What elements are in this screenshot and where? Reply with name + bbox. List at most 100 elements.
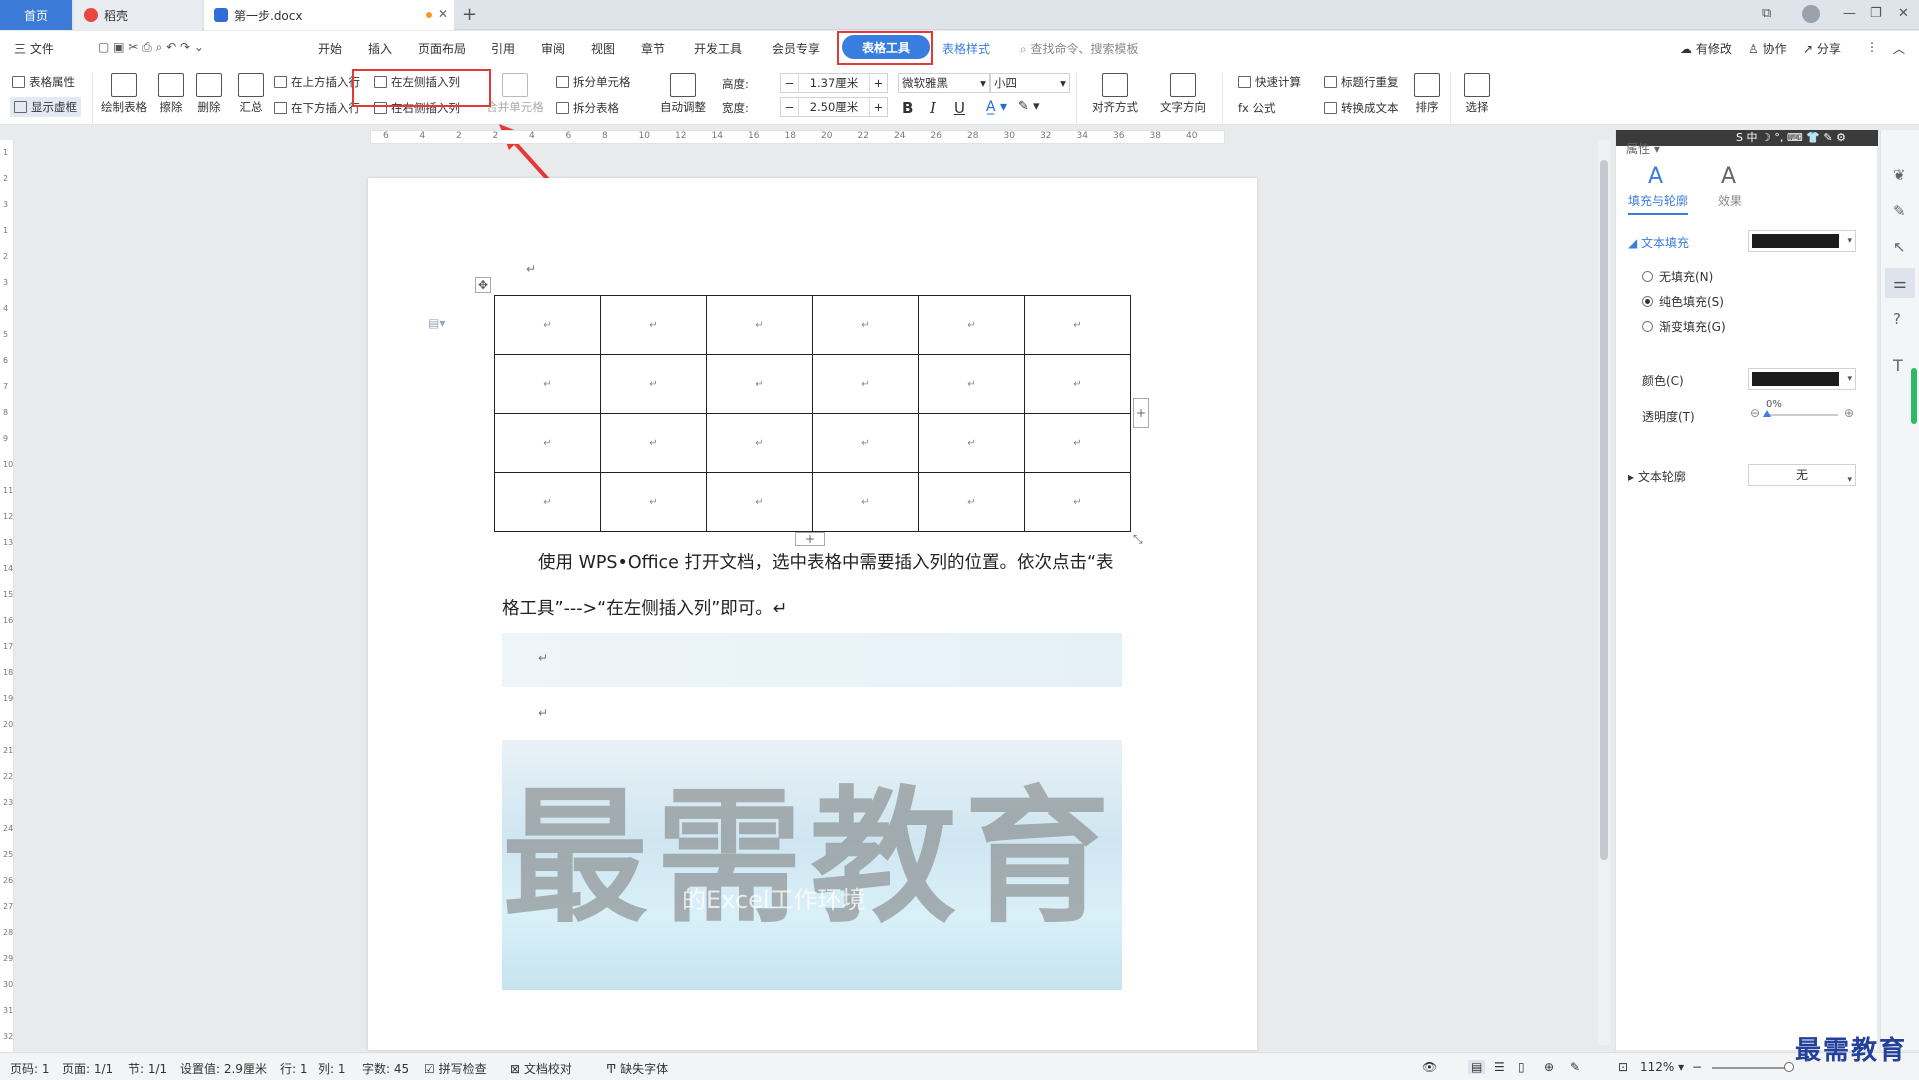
file-menu[interactable]: 三 文件 — [14, 40, 54, 57]
tab-count-icon[interactable]: ⧉ — [1762, 6, 1771, 21]
table-cell[interactable]: ↵ — [706, 354, 813, 414]
quick-access-icons[interactable]: ▢ ▣ ✂ ⎙ ⌕ ↶ ↷ ⌄ — [98, 40, 204, 55]
table-cell[interactable]: ↵ — [600, 413, 707, 473]
solid-fill-radio[interactable]: 纯色填充(S) — [1642, 293, 1724, 310]
show-grid-button[interactable]: 显示虚框 — [10, 97, 81, 117]
image-strip[interactable]: ↵ — [502, 633, 1122, 687]
italic-button[interactable]: I — [930, 99, 936, 117]
document-table[interactable]: ↵ ↵ ↵ ↵ ↵ ↵ ↵ ↵ ↵ ↵ ↵ ↵ ↵ ↵ ↵ ↵ ↵ ↵ ↵ ↵ ↵ ↵ ↵ ↵ — [494, 295, 1131, 532]
color-picker[interactable]: ▾ — [1748, 368, 1856, 390]
spell-check-button[interactable]: ☑ 拼写检查 — [424, 1060, 487, 1077]
no-fill-radio[interactable]: 无填充(N) — [1642, 268, 1713, 285]
formula-button[interactable]: fx 公式 — [1238, 100, 1276, 116]
increment-icon[interactable]: + — [869, 74, 887, 92]
fit-page-icon[interactable]: ⊡ — [1618, 1060, 1628, 1074]
select-button[interactable]: 选择 — [1456, 73, 1498, 115]
summary-button[interactable]: 汇总 — [234, 73, 268, 115]
style-icon[interactable]: ❦ — [1893, 166, 1906, 184]
width-value[interactable]: 2.50厘米 — [799, 98, 869, 116]
table-cell[interactable]: ↵ — [812, 295, 919, 355]
restore-icon[interactable]: ❐ — [1870, 6, 1882, 21]
status-setting[interactable]: 设置值: 2.9厘米 — [180, 1060, 267, 1077]
help-icon[interactable]: ? — [1893, 310, 1901, 328]
scrollbar-thumb[interactable] — [1600, 160, 1608, 860]
text-direction-button[interactable]: 文字方向 — [1152, 73, 1214, 115]
close-tab-icon[interactable]: ✕ — [438, 7, 448, 21]
menu-insert[interactable]: 插入 — [368, 40, 392, 57]
draw-table-button[interactable]: 绘制表格 — [98, 73, 150, 115]
to-text-button[interactable]: 转换成文本 — [1324, 100, 1399, 116]
watermark-image[interactable]: 最需教育 的Excel工作环境 — [502, 740, 1122, 990]
tab-document[interactable]: 第一步.docx ✕ — [204, 0, 454, 30]
delete-button[interactable]: 删除 — [190, 73, 228, 115]
insert-below-button[interactable]: 在下方插入行 — [274, 100, 360, 116]
width-stepper[interactable]: −2.50厘米 + — [780, 97, 888, 117]
table-cell[interactable]: ↵ — [1024, 472, 1131, 532]
table-cell[interactable]: ↵ — [494, 472, 601, 532]
resize-table-icon[interactable]: ⤡ — [1133, 532, 1143, 547]
more-icon[interactable]: ⋮ — [1866, 40, 1878, 54]
table-cell[interactable]: ↵ — [494, 413, 601, 473]
horizontal-ruler[interactable]: 6 4 2 2 4 6 8 10 12 14 16 18 20 22 24 26 28 30 32 34 36 38 40 — [370, 130, 1225, 144]
outline-view-icon[interactable]: ☰ — [1494, 1060, 1505, 1074]
table-cell[interactable]: ↵ — [494, 354, 601, 414]
gradient-fill-radio[interactable]: 渐变填充(G) — [1642, 318, 1726, 335]
text-icon[interactable]: T — [1893, 356, 1903, 375]
repeat-header-button[interactable]: 标题行重复 — [1324, 74, 1399, 90]
table-cell[interactable]: ↵ — [1024, 413, 1131, 473]
align-button[interactable]: 对齐方式 — [1084, 73, 1146, 115]
cursor-icon[interactable]: ↖ — [1893, 238, 1906, 256]
merge-cells-button[interactable]: 合并单元格 — [484, 73, 546, 115]
table-cell[interactable]: ↵ — [918, 413, 1025, 473]
doc-assist-icon[interactable]: ▤▾ — [428, 316, 445, 330]
split-cells-button[interactable]: 拆分单元格 — [556, 74, 631, 90]
font-size-select[interactable]: 小四 ▾ — [990, 73, 1070, 93]
panel-header[interactable]: 属性 ▾ — [1626, 140, 1660, 157]
vertical-scrollbar[interactable] — [1598, 140, 1610, 1045]
write-view-icon[interactable]: ✎ — [1570, 1060, 1580, 1074]
decrement-icon[interactable]: − — [781, 74, 799, 92]
modified-button[interactable]: ☁ 有修改 — [1680, 40, 1732, 57]
menu-review[interactable]: 审阅 — [541, 40, 565, 57]
table-cell[interactable]: ↵ — [812, 472, 919, 532]
table-cell[interactable]: ↵ — [600, 295, 707, 355]
minimize-icon[interactable]: — — [1843, 6, 1856, 21]
menu-member[interactable]: 会员专享 — [772, 40, 820, 57]
table-cell[interactable]: ↵ — [918, 472, 1025, 532]
text-outline-section[interactable]: ▸ 文本轮廓 — [1628, 468, 1686, 485]
table-cell[interactable]: ↵ — [1024, 295, 1131, 355]
table-cell[interactable]: ↵ — [600, 472, 707, 532]
table-cell[interactable]: ↵ — [812, 413, 919, 473]
missing-font-button[interactable]: Ͳ 缺失字体 — [606, 1060, 668, 1077]
highlight-pen-icon[interactable]: ✎ ▾ — [1018, 99, 1040, 114]
quick-calc-button[interactable]: 快速计算 — [1238, 74, 1301, 90]
menu-dev-tools[interactable]: 开发工具 — [694, 40, 742, 57]
settings-sliders-icon[interactable]: ⚌ — [1885, 268, 1915, 298]
add-column-button[interactable]: + — [1133, 398, 1149, 428]
tab-fill-outline[interactable]: 填充与轮廓 — [1628, 192, 1689, 215]
outline-select[interactable]: 无 ▾ — [1748, 464, 1856, 486]
transparency-minus-icon[interactable]: ⊖ — [1750, 406, 1760, 420]
auto-adjust-button[interactable]: 自动调整 — [654, 73, 712, 115]
bold-button[interactable]: B — [902, 99, 913, 117]
font-name-select[interactable]: 微软雅黑 ▾ — [898, 73, 990, 93]
zoom-out-icon[interactable]: − — [1692, 1060, 1702, 1074]
command-search[interactable]: ⌕ 查找命令、搜索模板 — [1020, 40, 1139, 57]
menu-start[interactable]: 开始 — [318, 40, 342, 57]
status-words[interactable]: 字数: 45 — [362, 1060, 409, 1077]
tab-daoke[interactable]: 稻壳 — [74, 0, 202, 30]
text-fill-section[interactable]: ◢ 文本填充 — [1628, 234, 1689, 251]
eye-icon[interactable]: 👁 — [1422, 1060, 1437, 1074]
body-line-2[interactable]: 格工具”--->“在左侧插入列”即可。↵ — [502, 595, 787, 620]
decrement-icon[interactable]: − — [781, 98, 799, 116]
add-row-button[interactable]: + — [795, 532, 825, 546]
table-props-button[interactable]: 表格属性 — [12, 74, 75, 90]
erase-button[interactable]: 擦除 — [154, 73, 188, 115]
table-cell[interactable]: ↵ — [706, 413, 813, 473]
close-window-icon[interactable]: ✕ — [1898, 6, 1909, 21]
body-line-1[interactable]: 使用 WPS•Office 打开文档，选中表格中需要插入列的位置。依次点击“表 — [538, 549, 1114, 574]
transparency-slider[interactable] — [1763, 410, 1838, 417]
new-tab-button[interactable]: + — [462, 4, 477, 25]
zoom-slider-handle[interactable] — [1784, 1062, 1794, 1072]
menu-chapter[interactable]: 章节 — [641, 40, 665, 57]
